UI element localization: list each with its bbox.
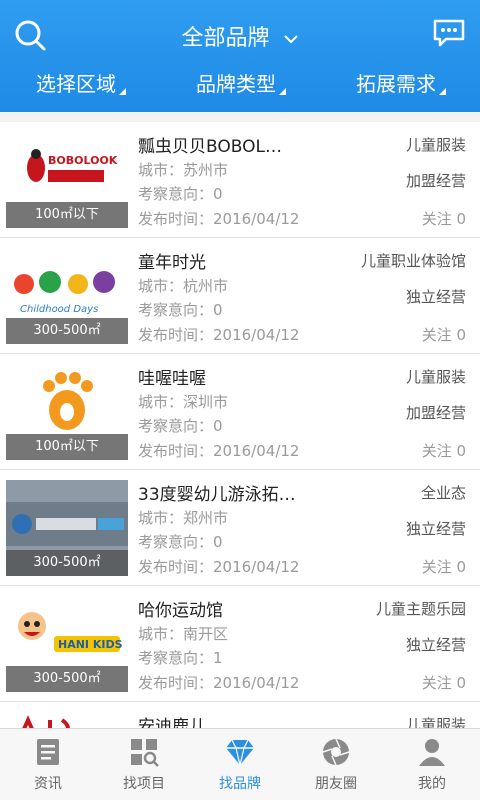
area-label: 300-500㎡ (6, 550, 128, 576)
area-label: 100㎡以下 (6, 434, 128, 460)
brand-category: 儿童服装 (405, 136, 466, 154)
follow-count[interactable]: 关注 0 (422, 556, 466, 577)
tab-news[interactable]: 资讯 (0, 729, 96, 800)
tab-find-project[interactable]: 找项目 (96, 729, 192, 800)
brand-operation: 加盟经营 (405, 404, 466, 422)
top-bar: 全部品牌 选择区域 品牌类型 拓展需求 (0, 0, 480, 112)
brand-list-item[interactable]: 100㎡以下 哇喔哇喔 城市：深圳市 考察意向：0 发布时间：2016/04/1… (0, 354, 480, 470)
brand-scope-dropdown[interactable]: 全部品牌 (0, 20, 480, 52)
brand-visit-intent: 考察意向：0 (138, 533, 223, 551)
brand-name: 哇喔哇喔 (138, 369, 206, 389)
tab-find-brand[interactable]: 找品牌 (192, 729, 288, 800)
brand-publish-date: 发布时间：2016/04/12 (138, 326, 300, 344)
brand-name: 童年时光 (138, 253, 206, 273)
filter-expansion[interactable]: 拓展需求 (356, 68, 446, 97)
corner-triangle-icon (119, 88, 126, 95)
tab-find-brand-label: 找品牌 (219, 776, 261, 792)
filter-brand-type[interactable]: 品牌类型 (196, 68, 286, 97)
corner-triangle-icon (439, 88, 446, 95)
page-title: 全部品牌 (181, 26, 270, 51)
brand-list-item[interactable]: Childhood Days 300-500㎡ 童年时光 城市：杭州市 考察意向… (0, 238, 480, 354)
news-icon (37, 739, 59, 765)
area-label: 300-500㎡ (6, 318, 128, 344)
brand-logo: BOBOLOOK 100㎡以下 (6, 132, 128, 228)
brand-city: 城市：深圳市 (138, 393, 229, 411)
brand-city: 城市：郑州市 (138, 509, 229, 527)
tab-me-label: 我的 (418, 776, 446, 792)
brand-name: 33度婴幼儿游泳拓… (138, 485, 296, 505)
brand-logo: Childhood Days 300-500㎡ (6, 248, 128, 344)
brand-category: 全业态 (420, 484, 466, 502)
follow-count[interactable]: 关注 0 (422, 208, 466, 229)
follow-count[interactable]: 关注 0 (422, 324, 466, 345)
aperture-icon (322, 738, 350, 766)
brand-publish-date: 发布时间：2016/04/12 (138, 674, 300, 692)
brand-list-item[interactable]: HANI KIDS 300-500㎡ 哈你运动馆 城市：南开区 考察意向：1 发… (0, 586, 480, 702)
brand-logo: 100㎡以下 (6, 364, 128, 460)
brand-visit-intent: 考察意向：0 (138, 301, 223, 319)
brand-list: BOBOLOOK 100㎡以下 瓢虫贝贝BOBOL… 城市：苏州市 考察意向：0… (0, 122, 480, 800)
brand-visit-intent: 考察意向：0 (138, 417, 223, 435)
person-icon (419, 739, 445, 766)
brand-city: 城市：杭州市 (138, 277, 229, 295)
area-label: 100㎡以下 (6, 202, 128, 228)
follow-count[interactable]: 关注 0 (422, 440, 466, 461)
brand-visit-intent: 考察意向：0 (138, 185, 223, 203)
brand-category: 儿童服装 (405, 368, 466, 386)
filter-expansion-label: 拓展需求 (356, 72, 436, 96)
brand-city: 城市：苏州市 (138, 161, 229, 179)
brand-publish-date: 发布时间：2016/04/12 (138, 442, 300, 460)
brand-visit-intent: 考察意向：1 (138, 649, 223, 667)
svg-text:HANI KIDS: HANI KIDS (58, 638, 123, 651)
tab-me[interactable]: 我的 (384, 729, 480, 800)
brand-operation: 独立经营 (405, 288, 466, 306)
filter-bar: 选择区域 品牌类型 拓展需求 (0, 68, 480, 98)
brand-category: 儿童职业体验馆 (360, 252, 466, 270)
brand-logo: HANI KIDS 300-500㎡ (6, 596, 128, 692)
brand-logo: 300-500㎡ (6, 480, 128, 576)
tab-moments-label: 朋友圈 (315, 776, 357, 792)
brand-category: 儿童主题乐园 (375, 600, 466, 618)
tab-find-project-label: 找项目 (123, 776, 165, 792)
chevron-down-icon (283, 35, 298, 44)
corner-triangle-icon (279, 88, 286, 95)
tab-moments[interactable]: 朋友圈 (288, 729, 384, 800)
brand-operation: 加盟经营 (405, 172, 466, 190)
svg-text:BOBOLOOK: BOBOLOOK (48, 154, 118, 167)
follow-count[interactable]: 关注 0 (422, 672, 466, 693)
filter-brand-type-label: 品牌类型 (196, 72, 276, 96)
brand-name: 瓢虫贝贝BOBOL… (138, 137, 282, 157)
brand-name: 哈你运动馆 (138, 601, 223, 621)
brand-city: 城市：南开区 (138, 625, 229, 643)
brand-publish-date: 发布时间：2016/04/12 (138, 210, 300, 228)
message-icon[interactable] (432, 18, 466, 48)
brand-publish-date: 发布时间：2016/04/12 (138, 558, 300, 576)
grid-search-icon (131, 739, 159, 767)
area-label: 300-500㎡ (6, 666, 128, 692)
filter-region[interactable]: 选择区域 (36, 68, 126, 97)
svg-text:Childhood Days: Childhood Days (20, 304, 98, 315)
brand-list-item[interactable]: BOBOLOOK 100㎡以下 瓢虫贝贝BOBOL… 城市：苏州市 考察意向：0… (0, 122, 480, 238)
filter-region-label: 选择区域 (36, 72, 116, 96)
bottom-tab-bar: 资讯 找项目 找品牌 朋友圈 我的 (0, 728, 480, 800)
tab-news-label: 资讯 (34, 776, 62, 792)
brand-operation: 独立经营 (405, 636, 466, 654)
diamond-icon (226, 739, 254, 766)
brand-operation: 独立经营 (405, 520, 466, 538)
brand-list-item[interactable]: 300-500㎡ 33度婴幼儿游泳拓… 城市：郑州市 考察意向：0 发布时间：2… (0, 470, 480, 586)
